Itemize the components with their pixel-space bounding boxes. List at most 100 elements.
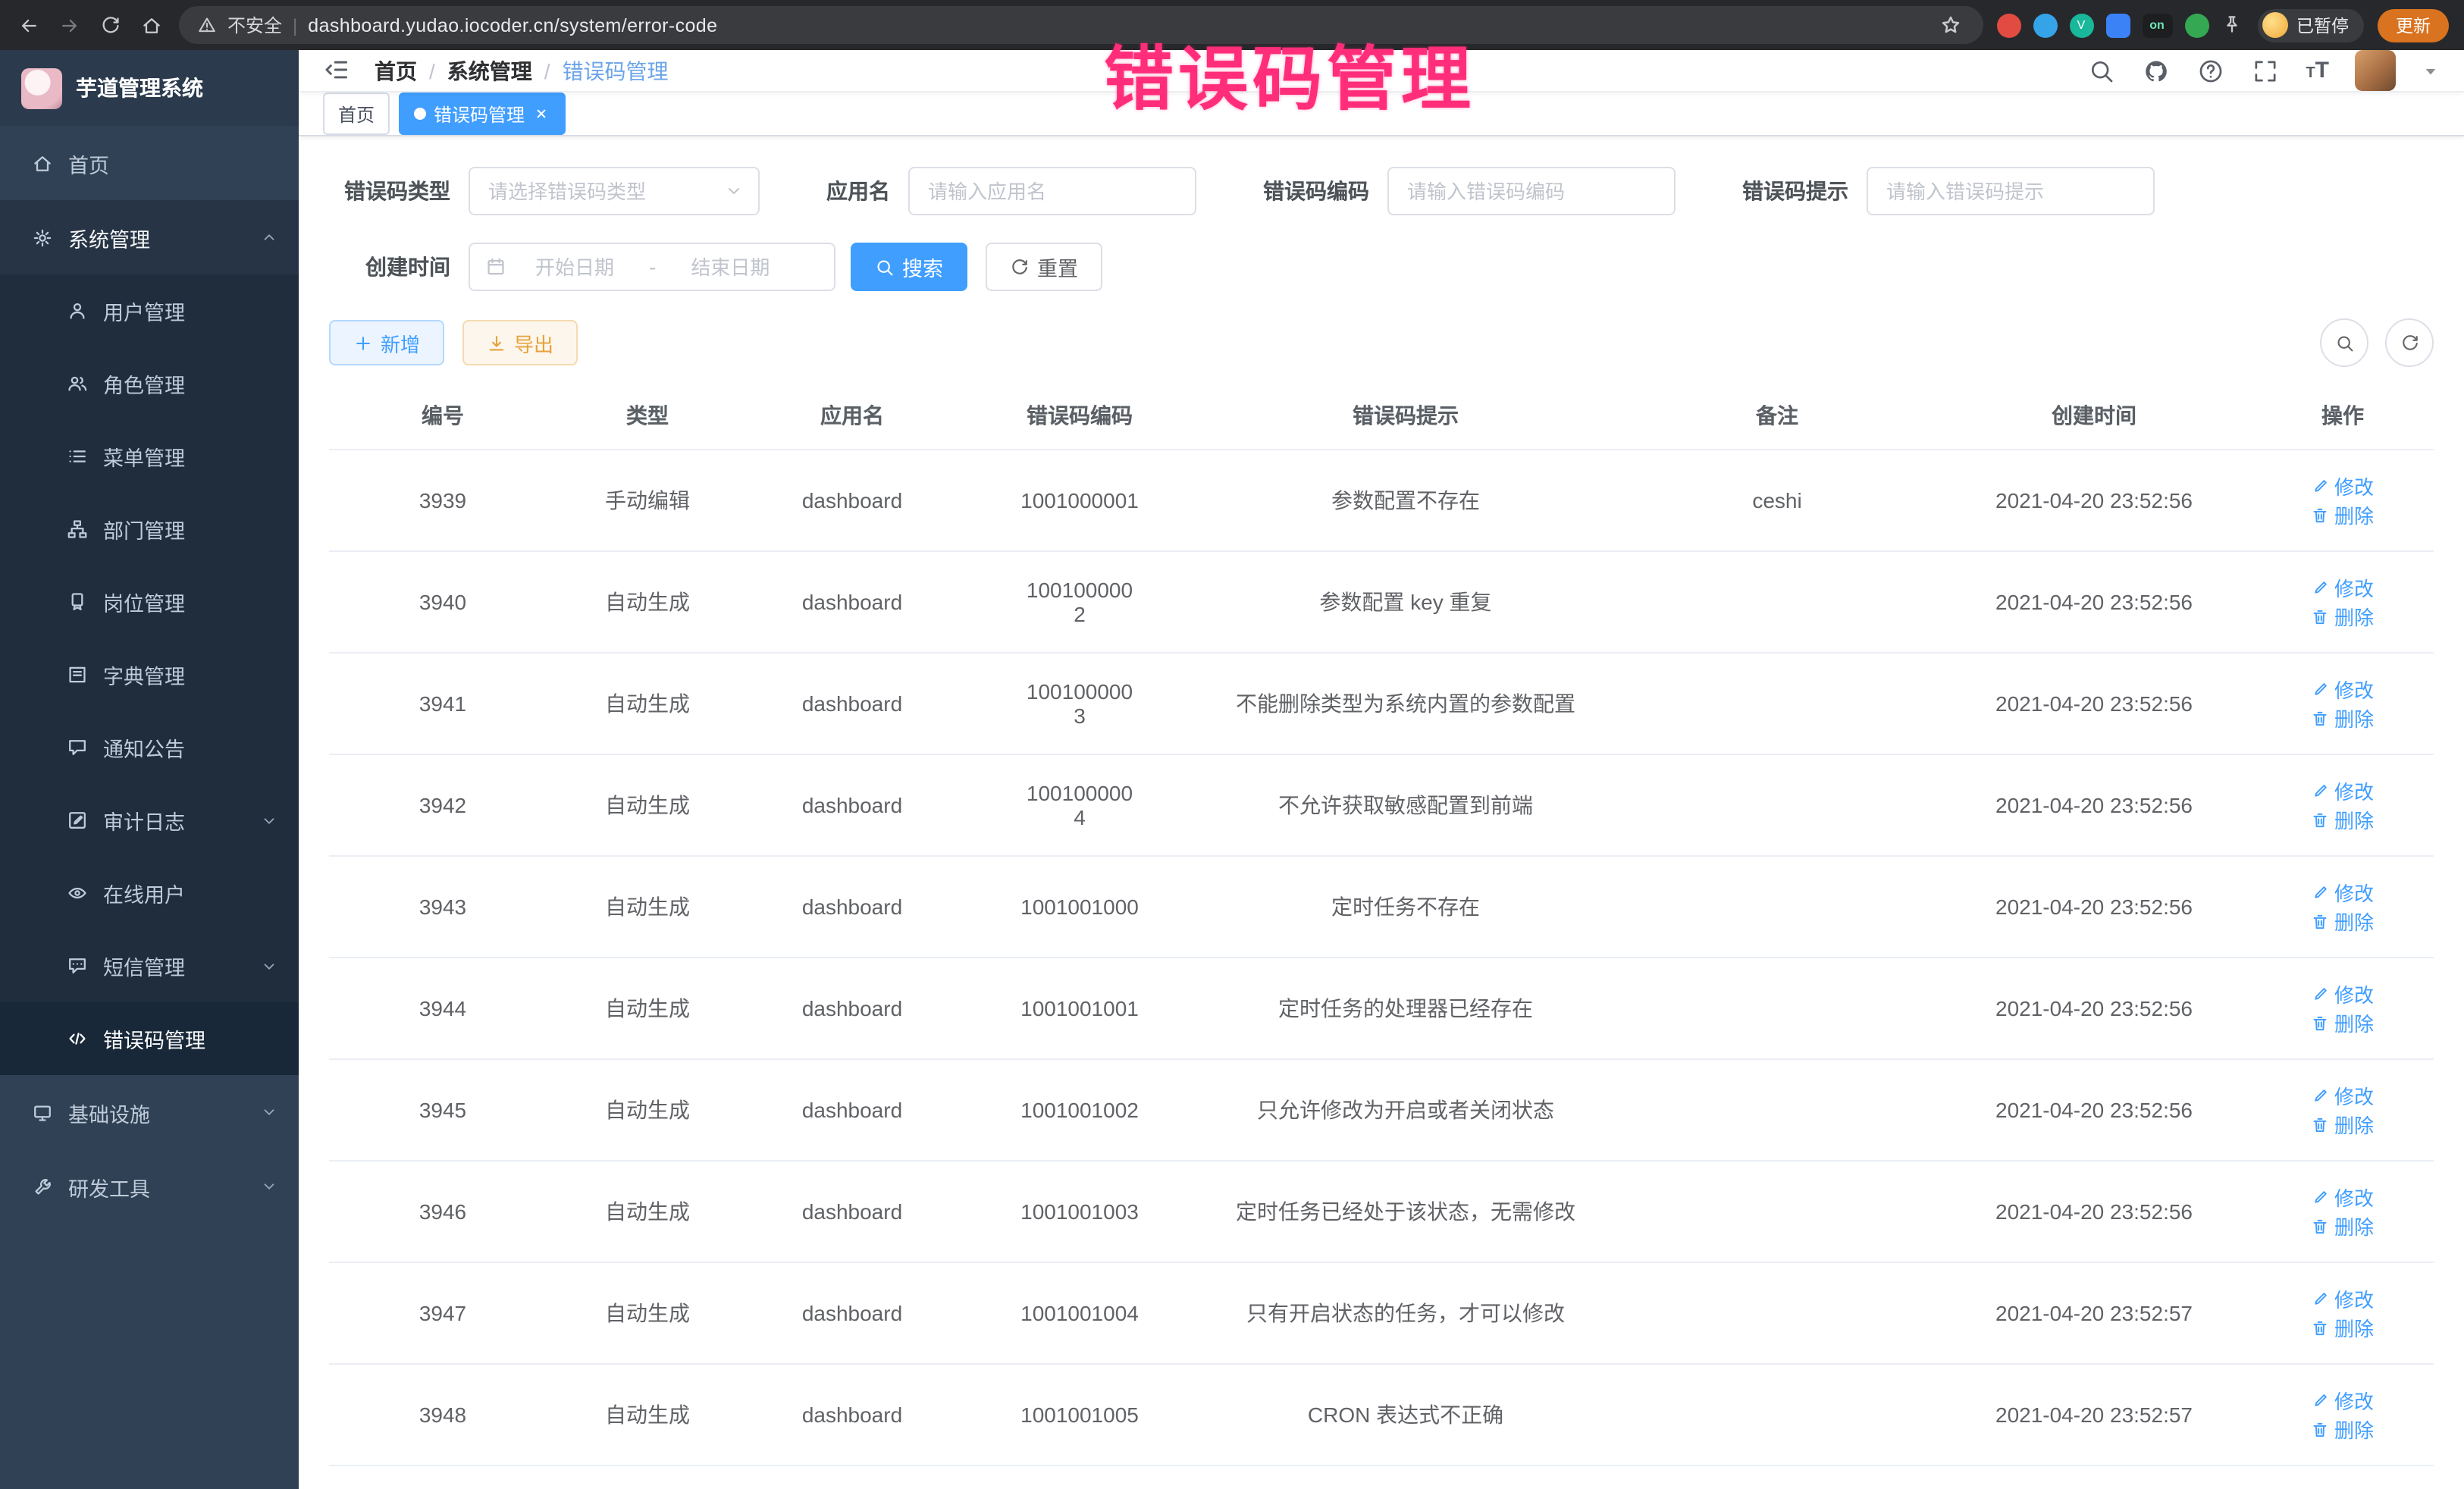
sidebar-item-user-mgmt[interactable]: 用户管理: [0, 274, 299, 347]
error-hint-field[interactable]: [1867, 167, 2155, 215]
cell-ops: 修改 删除: [2252, 856, 2434, 958]
sidebar-item-menu-mgmt[interactable]: 菜单管理: [0, 420, 299, 493]
toggle-search-button[interactable]: [2320, 318, 2368, 367]
breadcrumb-system-mgmt[interactable]: 系统管理: [447, 55, 532, 86]
forward-icon[interactable]: [56, 11, 83, 39]
font-size-icon[interactable]: TT: [2306, 59, 2329, 82]
delete-button[interactable]: 删除: [2312, 1212, 2374, 1240]
sidebar-item-infrastructure[interactable]: 基础设施: [0, 1075, 299, 1149]
cell-app: dashboard: [738, 754, 966, 856]
breadcrumb-home[interactable]: 首页: [375, 55, 417, 86]
refresh-table-button[interactable]: [2385, 318, 2434, 367]
delete-button[interactable]: 删除: [2312, 805, 2374, 834]
extension-icon-green[interactable]: [2184, 13, 2209, 37]
cell-msg: 参数配置不存在: [1193, 450, 1618, 551]
system-submenu: 用户管理 角色管理 菜单管理 部门管理 岗位管理: [0, 274, 299, 1075]
start-date-input[interactable]: [517, 254, 632, 280]
date-range-picker[interactable]: -: [469, 243, 835, 291]
cell-app: dashboard: [738, 551, 966, 653]
cell-msg: 不能删除类型为系统内置的参数配置: [1193, 653, 1618, 754]
tag-error-code-mgmt[interactable]: 错误码管理: [399, 92, 566, 135]
delete-button[interactable]: 删除: [2312, 704, 2374, 732]
delete-button[interactable]: 删除: [2312, 1110, 2374, 1139]
extension-icon-on[interactable]: on: [2142, 13, 2172, 37]
error-hint-input[interactable]: [1883, 178, 2138, 204]
browser-update-button[interactable]: 更新: [2378, 8, 2449, 42]
delete-button[interactable]: 删除: [2312, 602, 2374, 631]
delete-button[interactable]: 删除: [2312, 500, 2374, 529]
tag-home[interactable]: 首页: [323, 92, 390, 135]
cell-id: 3939: [329, 450, 556, 551]
sidebar-item-system-mgmt[interactable]: 系统管理: [0, 200, 299, 274]
reset-button[interactable]: 重置: [986, 243, 1102, 291]
sidebar-item-audit-log[interactable]: 审计日志: [0, 784, 299, 857]
header-search-icon[interactable]: [2087, 56, 2116, 85]
sidebar-item-dev-tools[interactable]: 研发工具: [0, 1149, 299, 1224]
reload-icon[interactable]: [97, 11, 124, 39]
add-button[interactable]: 新增: [329, 320, 444, 365]
edit-button[interactable]: 修改: [2312, 1183, 2374, 1212]
table-row: 3941 自动生成 dashboard 100100000 3 不能删除类型为系…: [329, 653, 2434, 754]
browser-profile-button[interactable]: 已暂停: [2257, 8, 2364, 42]
delete-button[interactable]: 删除: [2312, 1008, 2374, 1037]
export-button[interactable]: 导出: [462, 320, 578, 365]
close-icon[interactable]: [532, 105, 550, 123]
breadcrumb-current: 错误码管理: [563, 55, 669, 86]
help-icon[interactable]: [2196, 56, 2225, 85]
extension-icon-grid[interactable]: [2105, 13, 2130, 37]
chevron-down-icon: [261, 1178, 277, 1195]
error-code-field[interactable]: [1387, 167, 1676, 215]
cell-ops: 修改 删除: [2252, 450, 2434, 551]
sidebar-item-dict-mgmt[interactable]: 字典管理: [0, 638, 299, 711]
sidebar-item-role-mgmt[interactable]: 角色管理: [0, 347, 299, 420]
edit-button[interactable]: 修改: [2312, 472, 2374, 500]
delete-button[interactable]: 删除: [2312, 1415, 2374, 1444]
sidebar-item-error-code-mgmt[interactable]: 错误码管理: [0, 1002, 299, 1075]
bookmark-star-icon[interactable]: [1937, 11, 1964, 39]
fullscreen-icon[interactable]: [2251, 56, 2280, 85]
error-code-type-input[interactable]: [485, 178, 714, 204]
cell-msg: 只有开启状态的任务，才可以修改: [1193, 1262, 1618, 1364]
delete-button[interactable]: 删除: [2312, 907, 2374, 936]
extension-icon-red[interactable]: [1996, 13, 2020, 37]
extension-icon-teal[interactable]: V: [2069, 13, 2093, 37]
extension-icon-blue[interactable]: [2033, 13, 2057, 37]
cell-time: 2021-04-20 23:52:56: [1936, 856, 2252, 958]
delete-button[interactable]: 删除: [2312, 1313, 2374, 1342]
sidebar-item-notice-mgmt[interactable]: 通知公告: [0, 711, 299, 784]
url-bar[interactable]: 不安全 | dashboard.yudao.iocoder.cn/system/…: [179, 6, 1983, 44]
error-code-input[interactable]: [1404, 178, 1659, 204]
sidebar-toggle-icon[interactable]: [323, 55, 353, 86]
sidebar-item-dept-mgmt[interactable]: 部门管理: [0, 493, 299, 566]
app-name-input[interactable]: [925, 178, 1180, 204]
back-icon[interactable]: [15, 11, 42, 39]
github-icon[interactable]: [2142, 56, 2171, 85]
edit-button[interactable]: 修改: [2312, 675, 2374, 704]
edit-button[interactable]: 修改: [2312, 1386, 2374, 1415]
edit-button[interactable]: 修改: [2312, 1284, 2374, 1313]
browser-home-icon[interactable]: [138, 11, 165, 39]
browser-chrome: 不安全 | dashboard.yudao.iocoder.cn/system/…: [0, 0, 2464, 50]
cell-memo: [1618, 1364, 1936, 1465]
sidebar-item-online-users[interactable]: 在线用户: [0, 857, 299, 929]
sidebar-item-home[interactable]: 首页: [0, 126, 299, 200]
date-range-separator: -: [643, 255, 662, 279]
user-avatar[interactable]: [2355, 50, 2396, 91]
edit-button[interactable]: 修改: [2312, 776, 2374, 805]
edit-button[interactable]: 修改: [2312, 1081, 2374, 1110]
cell-type: 手动编辑: [556, 450, 738, 551]
sidebar-item-sms-mgmt[interactable]: 短信管理: [0, 929, 299, 1002]
caret-down-icon[interactable]: [2422, 61, 2440, 80]
app-logo-area[interactable]: 芋道管理系统: [0, 50, 299, 126]
edit-button[interactable]: 修改: [2312, 573, 2374, 602]
sidebar-item-post-mgmt[interactable]: 岗位管理: [0, 566, 299, 638]
cell-id: 3945: [329, 1059, 556, 1161]
edit-button[interactable]: 修改: [2312, 980, 2374, 1008]
edit-button[interactable]: 修改: [2312, 878, 2374, 907]
error-code-type-select[interactable]: [469, 167, 760, 215]
search-button[interactable]: 搜索: [851, 243, 967, 291]
app-name-field[interactable]: [908, 167, 1196, 215]
cell-time: 2021-04-20 23:52:56: [1936, 754, 2252, 856]
end-date-input[interactable]: [672, 254, 788, 280]
pushpin-icon[interactable]: [2221, 14, 2243, 36]
